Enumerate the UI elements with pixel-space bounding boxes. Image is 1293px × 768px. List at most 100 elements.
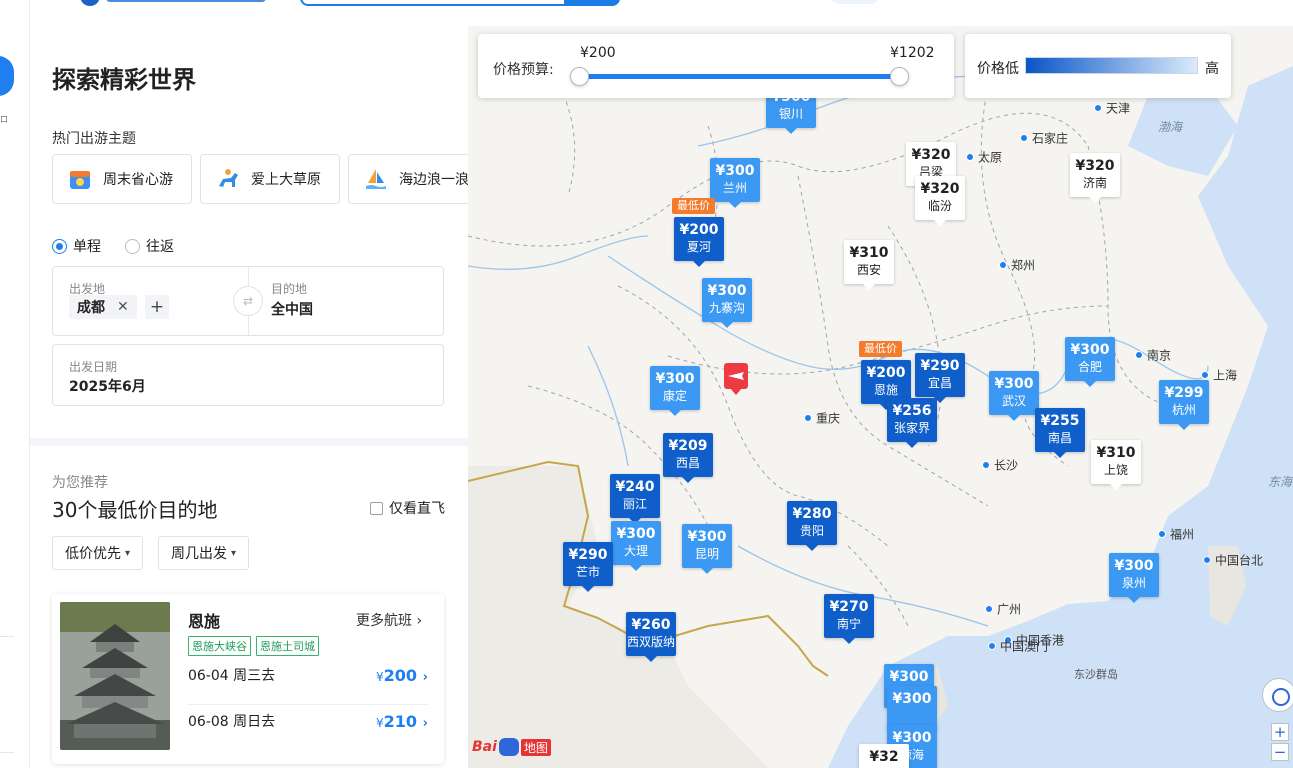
price-marker[interactable]: ¥320 临汾 xyxy=(915,176,965,226)
more-flights-link[interactable]: 更多航班 › xyxy=(356,610,422,630)
price-marker[interactable]: ¥300 兰州 xyxy=(710,158,760,208)
destination-card[interactable]: 恩施 更多航班 › 恩施大峡谷 恩施土司城 06-04 周三去 ¥200 › 0… xyxy=(52,594,444,764)
flight-option-row[interactable]: 06-08 周日去 ¥210 › xyxy=(188,706,428,736)
place-label: 广州 xyxy=(997,602,1022,617)
swap-icon[interactable]: ⇄ xyxy=(233,286,263,316)
price-marker[interactable]: ¥260 西双版纳 xyxy=(626,612,676,662)
date-label: 出发日期 xyxy=(69,360,118,374)
marker-price: ¥255 xyxy=(1040,413,1080,429)
search-form: 探索精彩世界 热门出游主题 周末省心游 爱上大草原 海边浪一浪 单程 往返 出发… xyxy=(30,26,468,438)
price-marker[interactable]: ¥300 康定 xyxy=(650,366,700,416)
scenic-tag: 恩施土司城 xyxy=(256,636,319,656)
place-label: 重庆 xyxy=(816,411,841,426)
theme-chip-seaside[interactable]: 海边浪一浪 xyxy=(348,154,468,204)
header-menu-pill[interactable] xyxy=(830,0,880,4)
place-dot xyxy=(966,153,974,161)
theme-chip-grassland[interactable]: 爱上大草原 xyxy=(200,154,340,204)
price-marker[interactable]: ¥310 上饶 xyxy=(1091,440,1141,490)
price-marker[interactable]: ¥256 张家界 xyxy=(887,398,937,448)
price-marker[interactable]: ¥280 贵阳 xyxy=(787,501,837,551)
marker-price: ¥32 xyxy=(869,749,899,765)
radio-button[interactable] xyxy=(125,238,140,254)
marker-price: ¥320 xyxy=(920,181,960,197)
budget-slider-track[interactable] xyxy=(581,74,901,79)
price-legend: 价格低 高 xyxy=(965,34,1231,98)
origin-airplane-icon[interactable] xyxy=(724,363,748,395)
recommend-caption: 为您推荐 xyxy=(52,475,108,491)
price-marker[interactable]: ¥255 南昌 xyxy=(1035,408,1085,458)
price-marker[interactable]: ¥300 泉州 xyxy=(1109,553,1159,603)
price-marker[interactable]: 最低价 ¥200 夏河 xyxy=(672,198,724,267)
row-divider xyxy=(188,704,428,705)
dropdown-label: 周几出发 xyxy=(171,546,227,562)
marker-city: 贵阳 xyxy=(799,524,824,538)
lowest-price-badge: 最低价 xyxy=(859,341,902,357)
price-marker[interactable]: ¥32三亚 xyxy=(859,744,909,768)
site-search-button[interactable] xyxy=(564,0,620,6)
departure-date-field[interactable]: 出发日期 2025年6月 xyxy=(52,344,444,406)
checkbox-box[interactable] xyxy=(370,501,383,515)
paw-logo-icon xyxy=(498,738,519,756)
trip-type-oneway[interactable]: 单程 xyxy=(52,236,101,256)
map-navigation-compass[interactable] xyxy=(1262,678,1293,712)
rail-divider xyxy=(0,752,14,753)
sea-label: 东海 xyxy=(1268,475,1293,489)
flight-price: ¥210 › xyxy=(376,712,428,731)
budget-label: 价格预算: xyxy=(493,62,554,78)
place-dot xyxy=(999,261,1007,269)
price-marker[interactable]: ¥300 九寨沟 xyxy=(702,278,752,328)
price-marker[interactable]: ¥320 济南 xyxy=(1070,153,1120,203)
zoom-out-button[interactable]: − xyxy=(1271,743,1289,761)
radio-button[interactable] xyxy=(52,238,67,254)
rail-active-tab[interactable] xyxy=(0,56,14,96)
trip-type-roundtrip[interactable]: 往返 xyxy=(125,236,174,256)
price-marker[interactable]: ¥299 杭州 xyxy=(1159,380,1209,430)
add-origin-button[interactable]: + xyxy=(145,295,169,319)
direct-only-checkbox[interactable]: 仅看直飞 xyxy=(370,498,445,518)
destination-value[interactable]: 全中国 xyxy=(271,299,313,319)
place-label: 呼 xyxy=(958,26,970,29)
price-marker[interactable]: ¥310 西安 xyxy=(844,240,894,290)
page-title: 探索精彩世界 xyxy=(52,66,196,94)
zoom-in-button[interactable]: + xyxy=(1271,723,1289,741)
trip-type-label: 往返 xyxy=(146,239,174,255)
marker-price: ¥310 xyxy=(849,245,889,261)
price-marker[interactable]: ¥209 西昌 xyxy=(663,433,713,483)
budget-min-handle[interactable] xyxy=(570,67,589,86)
price-marker[interactable]: ¥240 丽江 xyxy=(610,474,660,524)
place-dot xyxy=(804,414,812,422)
checkbox-label: 仅看直飞 xyxy=(389,501,445,517)
chevron-down-icon: ▾ xyxy=(125,547,131,559)
weekday-dropdown[interactable]: 周几出发 ▾ xyxy=(158,536,250,570)
site-logo[interactable] xyxy=(80,0,266,6)
price-marker[interactable]: ¥270 南宁 xyxy=(824,594,874,644)
price-marker[interactable]: ¥300 合肥 xyxy=(1065,337,1115,387)
currency-symbol: ¥ xyxy=(376,715,384,730)
price-marker[interactable]: ¥300 武汉 xyxy=(989,371,1039,421)
trip-type-group: 单程 往返 xyxy=(52,236,198,256)
theme-section-label: 热门出游主题 xyxy=(52,131,136,147)
theme-chip-label: 周末省心游 xyxy=(103,172,173,188)
marker-price: ¥300 xyxy=(715,163,755,179)
price-marker[interactable]: ¥290 宜昌 xyxy=(915,353,965,403)
theme-chip-weekend[interactable]: 周末省心游 xyxy=(52,154,192,204)
price-marker[interactable]: ¥300 昆明 xyxy=(682,524,732,574)
sort-low-price-dropdown[interactable]: 低价优先 ▾ xyxy=(52,536,144,570)
island-label: 东沙群岛 xyxy=(1074,668,1118,681)
marker-price: ¥300 xyxy=(655,371,695,387)
destination-photo xyxy=(60,602,170,750)
close-icon[interactable]: ✕ xyxy=(117,299,129,315)
place-label: 中国澳门 xyxy=(1000,639,1049,654)
calendar-sun-icon xyxy=(67,166,93,192)
origin-city-tag[interactable]: 成都 ✕ xyxy=(69,295,137,319)
price-marker[interactable]: ¥300 大理 xyxy=(611,521,661,571)
marker-price: ¥240 xyxy=(615,479,655,495)
price-marker[interactable]: ¥300 xyxy=(887,686,937,736)
marker-city: 泉州 xyxy=(1121,576,1146,590)
chevron-right-icon: › xyxy=(422,669,428,685)
place-label: 天津 xyxy=(1106,101,1131,116)
price-marker[interactable]: ¥290 芒市 xyxy=(563,542,613,592)
flight-option-row[interactable]: 06-04 周三去 ¥200 › xyxy=(188,660,428,690)
price-map[interactable]: 天津 石家庄 太原 郑州 重庆 南京 上海 长沙 福州 中国台北 广州 中国香港… xyxy=(468,26,1293,768)
budget-max-handle[interactable] xyxy=(890,67,909,86)
